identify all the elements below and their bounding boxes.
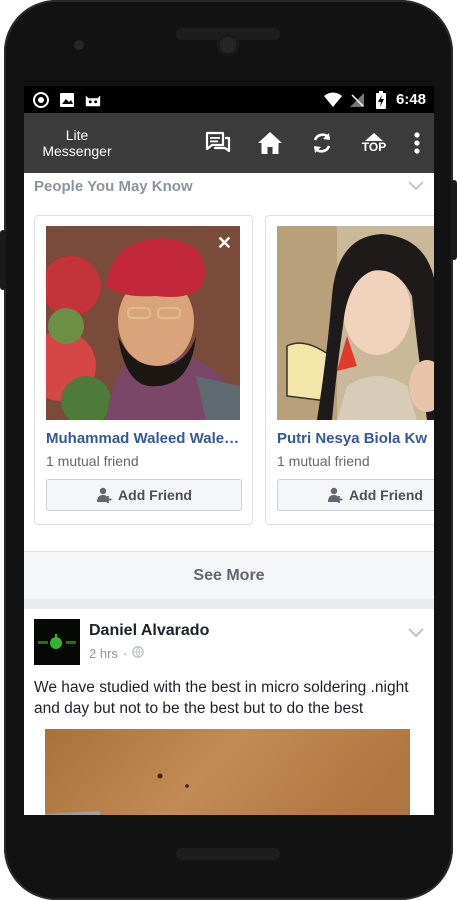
add-friend-icon bbox=[97, 487, 112, 503]
post-header: Daniel Alvarado 2 hrs · bbox=[34, 619, 424, 665]
battery-charging-icon bbox=[372, 90, 390, 109]
add-friend-button[interactable]: Add Friend bbox=[277, 479, 434, 511]
suggestion-name[interactable]: Putri Nesya Biola Kw bbox=[277, 430, 434, 447]
friend-suggestion-card[interactable]: ✕ Muhammad Waleed Wale… 1 mutual friend … bbox=[34, 215, 253, 525]
screen: 6:48 Lite Messenger TOP People You May K… bbox=[24, 86, 434, 815]
app-title: Lite Messenger bbox=[24, 127, 130, 159]
app-title-line1: Lite bbox=[65, 127, 89, 143]
home-icon bbox=[258, 132, 282, 154]
feed[interactable]: People You May Know ✕ Muhammad Waleed Wa… bbox=[24, 173, 434, 815]
suggestion-name[interactable]: Muhammad Waleed Wale… bbox=[46, 430, 242, 447]
chevron-down-icon[interactable] bbox=[408, 178, 424, 195]
people-you-may-know: People You May Know ✕ Muhammad Waleed Wa… bbox=[24, 173, 434, 599]
author-avatar[interactable] bbox=[34, 619, 80, 665]
home-button[interactable] bbox=[254, 127, 286, 159]
scroll-top-button[interactable]: TOP bbox=[358, 127, 390, 159]
add-friend-label: Add Friend bbox=[118, 487, 192, 503]
app-bar: Lite Messenger TOP bbox=[24, 113, 434, 173]
post-image[interactable] bbox=[45, 729, 410, 815]
add-friend-button[interactable]: Add Friend bbox=[46, 479, 242, 511]
add-friend-icon bbox=[328, 487, 343, 503]
dismiss-suggestion-button[interactable]: ✕ bbox=[217, 234, 232, 252]
volume-button bbox=[0, 230, 6, 290]
messages-button[interactable] bbox=[202, 127, 234, 159]
messages-icon bbox=[205, 131, 231, 153]
see-more-button[interactable]: See More bbox=[24, 551, 434, 599]
android-robot-icon bbox=[84, 92, 102, 108]
wifi-icon bbox=[323, 92, 342, 108]
proximity-sensor bbox=[74, 40, 84, 50]
feed-post: Daniel Alvarado 2 hrs · We have studied … bbox=[24, 609, 434, 815]
refresh-button[interactable] bbox=[306, 127, 338, 159]
pymk-carousel[interactable]: ✕ Muhammad Waleed Wale… 1 mutual friend … bbox=[24, 199, 434, 551]
pymk-header: People You May Know bbox=[24, 173, 434, 199]
post-text: We have studied with the best in micro s… bbox=[34, 679, 409, 717]
app-title-line2: Messenger bbox=[42, 143, 112, 159]
globe-icon bbox=[132, 646, 145, 661]
power-button bbox=[451, 180, 457, 260]
post-time[interactable]: 2 hrs bbox=[89, 646, 118, 661]
bottom-speaker bbox=[176, 848, 280, 860]
add-friend-label: Add Friend bbox=[349, 487, 423, 503]
pymk-title: People You May Know bbox=[34, 177, 193, 195]
camera-lens-icon bbox=[32, 91, 50, 108]
post-author[interactable]: Daniel Alvarado bbox=[89, 622, 209, 640]
top-label: TOP bbox=[361, 140, 387, 154]
profile-photo[interactable] bbox=[277, 226, 434, 420]
post-meta: 2 hrs · bbox=[89, 646, 209, 661]
refresh-icon bbox=[313, 133, 331, 153]
profile-photo[interactable]: ✕ bbox=[46, 226, 240, 420]
image-icon bbox=[58, 92, 76, 108]
more-icon bbox=[414, 132, 420, 154]
front-camera bbox=[217, 34, 239, 56]
mutual-friends: 1 mutual friend bbox=[277, 453, 370, 469]
clock: 6:48 bbox=[395, 91, 426, 108]
status-bar: 6:48 bbox=[24, 86, 434, 113]
separator-dot: · bbox=[122, 646, 128, 661]
no-signal-icon bbox=[348, 92, 366, 108]
mutual-friends: 1 mutual friend bbox=[46, 453, 139, 469]
friend-suggestion-card[interactable]: Putri Nesya Biola Kw 1 mutual friend Add… bbox=[265, 215, 434, 525]
more-menu-button[interactable] bbox=[410, 127, 424, 159]
post-options-chevron-icon[interactable] bbox=[408, 625, 424, 643]
